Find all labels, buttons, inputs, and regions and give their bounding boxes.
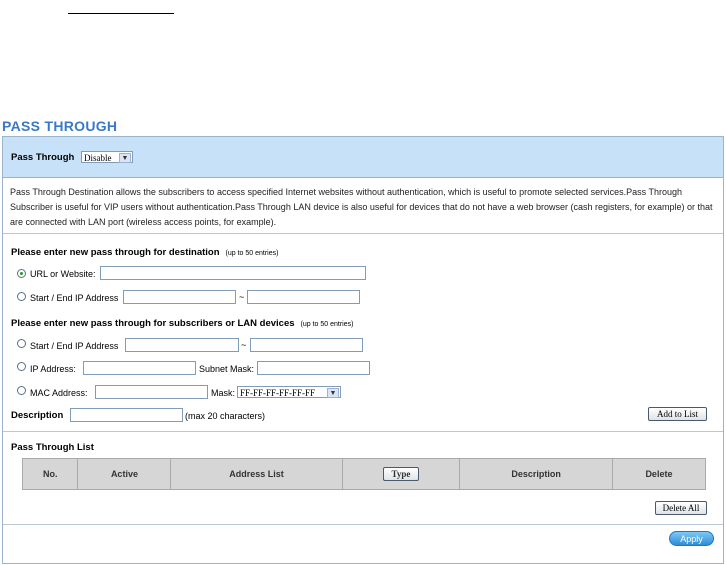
- ip-address-radio[interactable]: [17, 362, 26, 371]
- subnet-mask-input[interactable]: [257, 361, 370, 375]
- dest-start-ip-input[interactable]: [123, 290, 236, 304]
- url-label: URL or Website:: [30, 269, 96, 279]
- destination-limit: (up to 50 entries): [225, 250, 279, 257]
- pass-through-panel: Pass Through Disable ▼ Pass Through Dest…: [2, 136, 724, 564]
- mask-select[interactable]: FF-FF-FF-FF-FF-FF ▼: [237, 386, 341, 398]
- mask-label: Mask:: [211, 388, 236, 398]
- pass-through-select[interactable]: Disable ▼: [81, 151, 133, 163]
- dest-ip-range-radio[interactable]: [17, 292, 26, 301]
- destination-heading: Please enter new pass through for destin…: [11, 247, 278, 258]
- pass-through-band: Pass Through Disable ▼: [3, 137, 723, 178]
- dest-end-ip-input[interactable]: [247, 290, 360, 304]
- sub-end-ip-input[interactable]: [250, 338, 363, 352]
- column-active: Active: [77, 458, 172, 490]
- description-text: Pass Through Destination allows the subs…: [10, 187, 713, 227]
- column-delete: Delete: [611, 458, 707, 490]
- pass-through-list-heading: Pass Through List: [11, 442, 94, 453]
- table-header-row: No. Active Address List Type Description…: [21, 458, 707, 490]
- ip-address-label: IP Address:: [30, 364, 76, 374]
- description-label: Description: [11, 410, 64, 421]
- sub-range-separator: ~: [241, 340, 247, 350]
- subscribers-heading-text: Please enter new pass through for subscr…: [11, 318, 295, 329]
- ip-address-input[interactable]: [83, 361, 196, 375]
- pass-through-label: Pass Through: [11, 152, 75, 163]
- chevron-down-icon[interactable]: ▼: [327, 388, 339, 398]
- subscribers-limit: (up to 50 entries): [300, 321, 354, 328]
- column-description: Description: [459, 458, 613, 490]
- sub-ip-range-label: Start / End IP Address: [30, 341, 119, 351]
- description-input[interactable]: [70, 408, 183, 422]
- description-hint: (max 20 characters): [185, 411, 266, 421]
- top-underline: [68, 13, 174, 14]
- sub-start-ip-input[interactable]: [125, 338, 239, 352]
- subscribers-heading: Please enter new pass through for subscr…: [11, 318, 353, 329]
- column-type: Type: [341, 458, 461, 490]
- apply-button[interactable]: Apply: [669, 531, 714, 546]
- pass-through-list-table: No. Active Address List Type Description…: [21, 458, 707, 490]
- chevron-down-icon[interactable]: ▼: [119, 153, 131, 163]
- column-address-list: Address List: [170, 458, 343, 490]
- page-title: PASS THROUGH: [2, 118, 118, 134]
- sub-ip-range-radio[interactable]: [17, 339, 26, 348]
- mac-address-input[interactable]: [95, 385, 208, 399]
- dest-range-separator: ~: [239, 292, 245, 302]
- divider: [3, 431, 723, 432]
- divider: [3, 524, 723, 525]
- column-no: No.: [21, 458, 79, 490]
- divider: [3, 233, 723, 234]
- subnet-mask-label: Subnet Mask:: [199, 364, 255, 374]
- destination-heading-text: Please enter new pass through for destin…: [11, 247, 220, 258]
- delete-all-button[interactable]: Delete All: [655, 501, 707, 515]
- add-to-list-button[interactable]: Add to List: [648, 407, 707, 421]
- url-input[interactable]: [100, 266, 366, 280]
- pass-through-value: Disable: [84, 153, 112, 163]
- mac-address-label: MAC Address:: [30, 388, 88, 398]
- dest-ip-range-label: Start / End IP Address: [30, 293, 119, 303]
- mask-value: FF-FF-FF-FF-FF-FF: [240, 388, 316, 398]
- url-radio[interactable]: [17, 269, 26, 278]
- mac-address-radio[interactable]: [17, 386, 26, 395]
- type-button[interactable]: Type: [382, 467, 419, 481]
